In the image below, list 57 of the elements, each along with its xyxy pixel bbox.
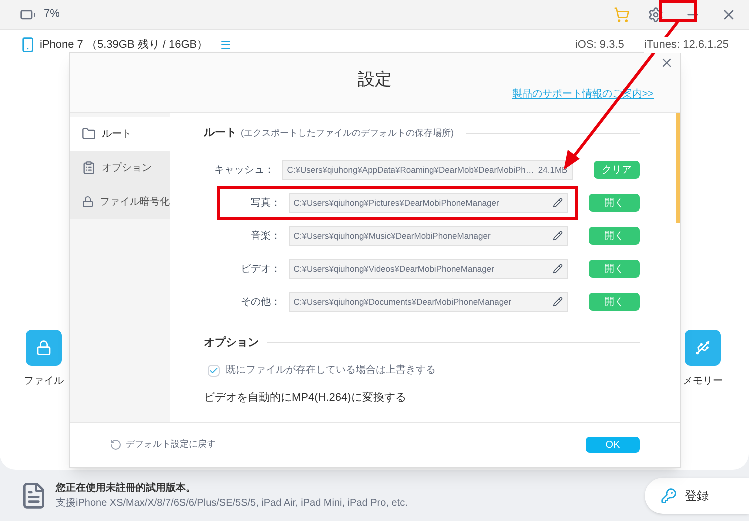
checkbox[interactable]: [208, 364, 220, 376]
path-value: C:¥Users¥qiuhong¥Music¥DearMobiPhoneManager: [294, 230, 492, 242]
menu-icon[interactable]: [220, 39, 232, 51]
section-heading: ルート: [204, 126, 237, 141]
reset-icon: [110, 439, 122, 451]
close-icon[interactable]: [660, 56, 674, 70]
path-value: C:¥Users¥qiuhong¥Documents¥DearMobiPhoneManager: [294, 296, 513, 308]
edit-icon[interactable]: [553, 264, 564, 274]
tile-icon-background[interactable]: [685, 330, 721, 366]
lock-icon: [36, 340, 52, 356]
path-field[interactable]: C:¥Users¥qiuhong¥Music¥DearMobiPhoneManager: [288, 226, 568, 246]
edit-icon[interactable]: [553, 297, 564, 307]
cache-size: 24.1MB: [538, 164, 568, 176]
edit-icon[interactable]: [553, 231, 564, 241]
tile-label: ファイル: [24, 375, 64, 389]
highlight-frame: [659, 0, 697, 22]
register-button[interactable]: 登録: [645, 478, 749, 514]
supported-devices: 支援iPhone XS/Max/X/8/7/6S/6/Plus/SE/5S/5, iPad Air, iPad Mini, iPad Pro, etc.: [56, 496, 408, 511]
device-info: iPhone 7 （5.39GB 残り / 16GB）: [40, 38, 208, 53]
path-value: C:¥Users¥qiuhong¥AppData¥Roaming¥DearMob¥DearMobiPh…: [287, 164, 534, 176]
tile-label: メモリー: [683, 375, 723, 389]
sidebar-tab[interactable]: ルート: [70, 117, 170, 151]
convert-label: ビデオを自動的にMP4(H.264)に変換する: [204, 390, 408, 406]
sidebar-tab[interactable]: ファイル暗号化: [70, 185, 170, 219]
scrollbar-thumb[interactable]: [676, 113, 680, 223]
path-field[interactable]: C:¥Users¥qiuhong¥Documents¥DearMobiPhoneManager: [288, 292, 568, 312]
trial-notice: 您正在使用未註冊的試用版本。: [56, 481, 197, 496]
folder-icon: [82, 127, 96, 141]
tile-icon-background[interactable]: [26, 330, 62, 366]
section-heading: オプション: [204, 336, 259, 350]
path-label: その他：: [240, 296, 282, 310]
reset-link[interactable]: デフォルト設定に戻す: [126, 438, 216, 452]
clipboard-icon: [82, 161, 96, 175]
path-field[interactable]: C:¥Users¥qiuhong¥Pictures¥DearMobiPhoneManager: [288, 193, 568, 213]
ok-button[interactable]: OK: [586, 437, 640, 453]
path-label: ビデオ：: [240, 262, 282, 276]
itunes-version: iTunes: 12.6.1.25: [644, 36, 729, 54]
usb-icon: [695, 340, 711, 356]
path-value: C:¥Users¥qiuhong¥Videos¥DearMobiPhoneManager: [294, 262, 496, 276]
phone-icon: [20, 37, 36, 53]
battery-level: 7%: [44, 7, 60, 22]
path-label: 音楽：: [250, 230, 282, 244]
path-value: C:¥Users¥qiuhong¥Pictures¥DearMobiPhoneManager: [294, 196, 500, 210]
ios-version: iOS: 9.3.5: [575, 38, 624, 53]
key-icon: [661, 488, 677, 504]
path-label: キャッシュ：: [213, 164, 276, 178]
checkbox-label: 既にファイルが存在している場合は上書きする: [226, 364, 436, 378]
path-label: 写真：: [250, 196, 282, 210]
edit-icon[interactable]: [553, 198, 564, 208]
check-icon: [209, 366, 219, 376]
lock-icon: [82, 195, 94, 209]
section-note: (エクスポートしたファイルのデフォルトの保存場所): [241, 126, 454, 140]
sidebar-tab[interactable]: オプション: [70, 151, 170, 185]
path-field[interactable]: C:¥Users¥qiuhong¥Videos¥DearMobiPhoneManager: [288, 259, 568, 279]
path-field[interactable]: C:¥Users¥qiuhong¥AppData¥Roaming¥DearMob¥DearMobiPh… 24.1MB: [282, 160, 573, 180]
dialog-title: 設定: [358, 69, 392, 91]
settings-icon[interactable]: [648, 6, 664, 22]
